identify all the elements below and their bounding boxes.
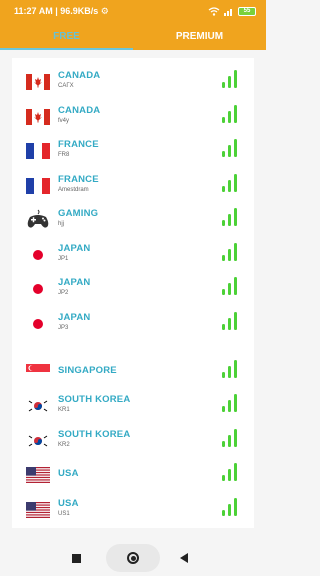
signal-strength-icon bbox=[222, 497, 238, 517]
status-time: 11:27 AM bbox=[14, 5, 53, 16]
france-flag-icon bbox=[26, 178, 50, 194]
signal-strength-icon bbox=[222, 138, 238, 158]
server-row[interactable]: FRANCE Amestdram bbox=[12, 168, 254, 202]
server-row[interactable]: USA US1 bbox=[12, 492, 254, 526]
home-button[interactable] bbox=[106, 544, 160, 572]
home-icon bbox=[127, 552, 139, 564]
wifi-icon bbox=[208, 6, 220, 16]
server-row[interactable]: USA bbox=[12, 457, 254, 491]
tab-premium[interactable]: PREMIUM bbox=[133, 22, 266, 50]
server-row[interactable]: GAMING hjj bbox=[12, 202, 254, 236]
recents-square-icon[interactable] bbox=[72, 554, 81, 563]
server-name: USA bbox=[58, 498, 79, 509]
server-name: FRANCE bbox=[58, 139, 99, 150]
singapore-flag-icon bbox=[26, 364, 50, 380]
signal-strength-icon bbox=[222, 276, 238, 296]
status-left: 11:27 AM | 96.9KB/s ⚙ bbox=[14, 5, 109, 16]
signal-strength-icon bbox=[222, 242, 238, 262]
cell-signal-icon bbox=[224, 8, 232, 16]
france-flag-icon bbox=[26, 143, 50, 159]
battery-icon: 55 bbox=[238, 6, 256, 16]
japan-flag-icon bbox=[26, 281, 50, 297]
server-row[interactable]: SOUTH KOREA KR1 bbox=[12, 388, 254, 422]
japan-flag-icon bbox=[26, 247, 50, 263]
status-right: 55 bbox=[208, 6, 256, 16]
server-row[interactable]: CANADA fv4y bbox=[12, 99, 254, 133]
server-name: SOUTH KOREA bbox=[58, 394, 131, 405]
server-id: KR2 bbox=[58, 442, 70, 448]
server-id: hjj bbox=[58, 221, 65, 227]
server-name: JAPAN bbox=[58, 312, 91, 323]
navigation-bar bbox=[0, 540, 266, 576]
server-id: KR1 bbox=[58, 407, 70, 413]
server-name: SOUTH KOREA bbox=[58, 429, 131, 440]
server-name: SINGAPORE bbox=[58, 365, 117, 376]
signal-strength-icon bbox=[222, 173, 238, 193]
server-name: FRANCE bbox=[58, 174, 99, 185]
server-name: JAPAN bbox=[58, 277, 91, 288]
server-name: CANADA bbox=[58, 105, 101, 116]
server-row[interactable]: JAPAN JP3 bbox=[12, 306, 254, 340]
server-id: Amestdram bbox=[58, 187, 89, 193]
server-name: JAPAN bbox=[58, 243, 91, 254]
server-row[interactable]: JAPAN JP1 bbox=[12, 237, 254, 271]
settings-gear-icon: ⚙ bbox=[100, 5, 109, 16]
japan-flag-icon bbox=[26, 316, 50, 332]
signal-strength-icon bbox=[222, 207, 238, 227]
tab-bar: FREE PREMIUM bbox=[0, 22, 266, 50]
server-id: FR8 bbox=[58, 152, 70, 158]
network-speed: 96.9KB/s bbox=[60, 5, 99, 16]
signal-strength-icon bbox=[222, 359, 238, 379]
signal-strength-icon bbox=[222, 428, 238, 448]
server-row[interactable]: FRANCE FR8 bbox=[12, 133, 254, 167]
tab-free[interactable]: FREE bbox=[0, 22, 133, 50]
server-id: CAГX bbox=[58, 83, 74, 89]
server-name: USA bbox=[58, 468, 79, 479]
south-korea-flag-icon bbox=[26, 433, 50, 449]
signal-strength-icon bbox=[222, 104, 238, 124]
gamepad-flag-icon bbox=[26, 209, 50, 228]
status-bar: 11:27 AM | 96.9KB/s ⚙ 55 bbox=[0, 0, 266, 22]
server-list: CANADA CAГX CANADA fv4y FRANCE FR8 FRANCE Am… bbox=[12, 58, 254, 528]
server-id: US1 bbox=[58, 511, 70, 517]
back-triangle-icon[interactable] bbox=[180, 553, 188, 563]
server-row[interactable]: CANADA CAГX bbox=[12, 64, 254, 98]
server-id: JP1 bbox=[58, 256, 69, 262]
server-row[interactable]: JAPAN JP2 bbox=[12, 271, 254, 305]
south-korea-flag-icon bbox=[26, 398, 50, 414]
usa-flag-icon bbox=[26, 467, 50, 483]
server-id: JP2 bbox=[58, 290, 69, 296]
server-id: fv4y bbox=[58, 118, 70, 124]
signal-strength-icon bbox=[222, 462, 238, 482]
server-row[interactable]: SOUTH KOREA KR2 bbox=[12, 423, 254, 457]
usa-flag-icon bbox=[26, 502, 50, 518]
server-name: CANADA bbox=[58, 70, 101, 81]
server-row[interactable]: SINGAPORE bbox=[12, 354, 254, 388]
server-name: GAMING bbox=[58, 208, 99, 219]
canada-flag-icon bbox=[26, 109, 50, 125]
signal-strength-icon bbox=[222, 393, 238, 413]
signal-strength-icon bbox=[222, 311, 238, 331]
signal-strength-icon bbox=[222, 69, 238, 89]
canada-flag-icon bbox=[26, 74, 50, 90]
server-id: JP3 bbox=[58, 325, 69, 331]
